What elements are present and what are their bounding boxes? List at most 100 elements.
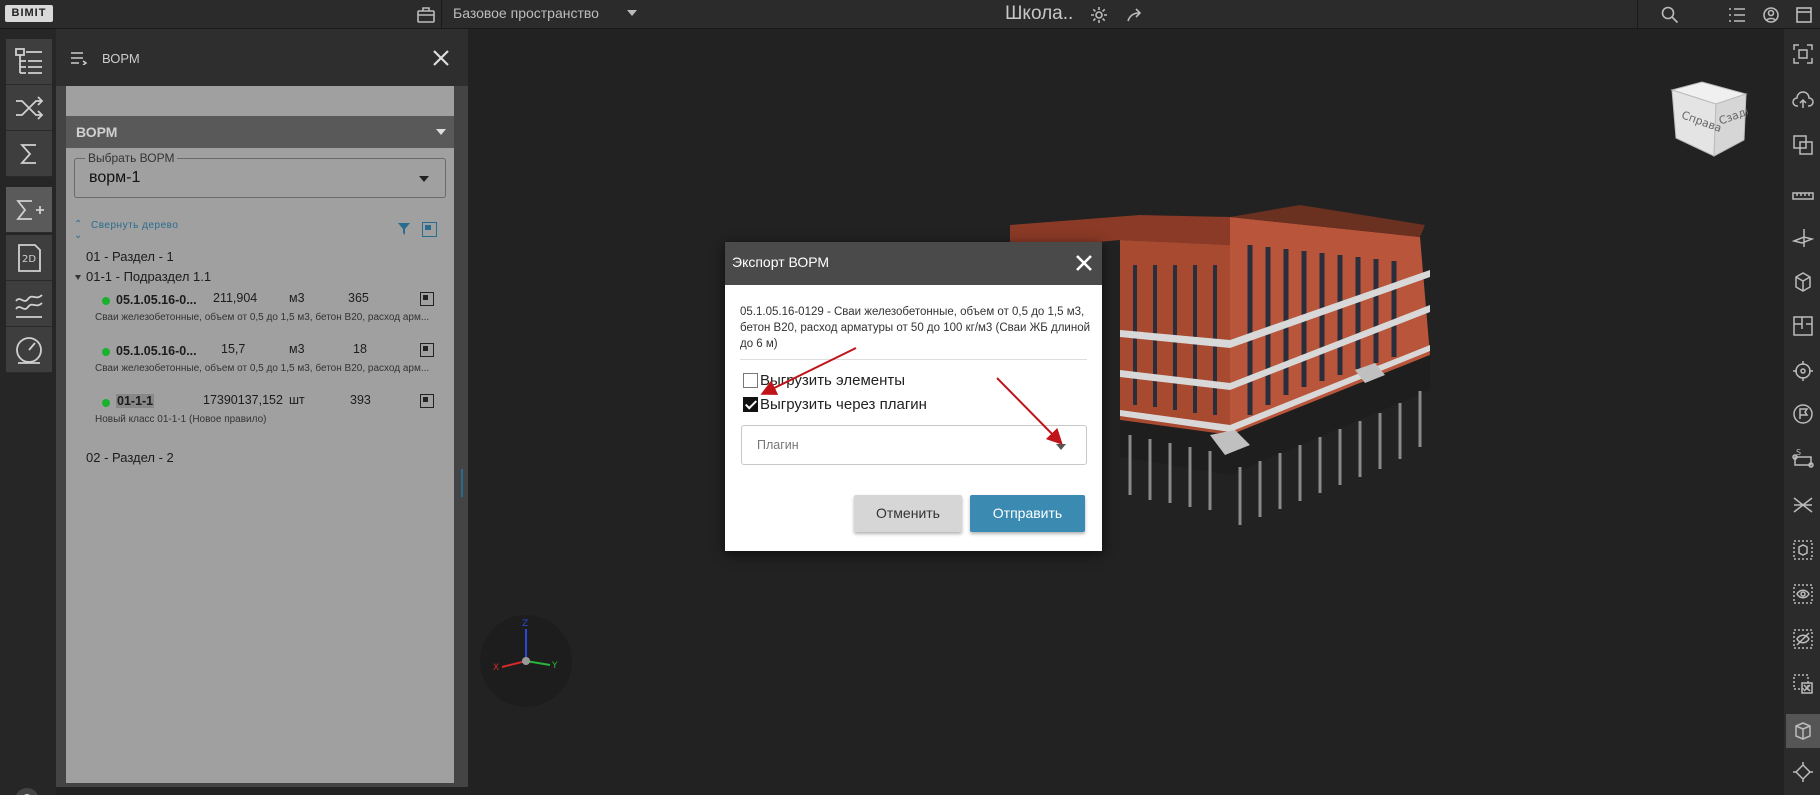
chart-lines-icon[interactable] (6, 281, 52, 327)
chevron-down-icon[interactable] (1056, 444, 1066, 450)
sum-icon[interactable] (6, 131, 52, 177)
window-icon[interactable] (1793, 4, 1815, 26)
close-icon[interactable] (430, 47, 452, 69)
export-vorm-dialog: Экспорт ВОРМ 05.1.05.16-0129 - Сваи желе… (725, 242, 1102, 551)
select-value: ворм-1 (89, 169, 141, 186)
collapse-icon[interactable]: ⌃ ⌄ (74, 219, 82, 241)
orbit-icon[interactable] (1790, 759, 1816, 785)
focus-icon[interactable] (1790, 41, 1816, 67)
tree-subsection-1[interactable]: 01-1 - Подраздел 1.1 (86, 269, 211, 284)
row-select-icon[interactable] (420, 343, 434, 357)
view-3d-icon[interactable] (1786, 714, 1820, 748)
frame-select-icon[interactable] (422, 222, 437, 237)
dialog-description: 05.1.05.16-0129 - Сваи железобетонные, о… (740, 306, 1091, 350)
left-toolbar: 2D ? (0, 29, 56, 795)
transform-icon[interactable]: S (1790, 444, 1816, 470)
select-label: Выбрать ВОРМ (85, 151, 178, 165)
row-select-icon[interactable] (420, 394, 434, 408)
section-header[interactable]: ВОРМ (66, 116, 454, 148)
menu-icon[interactable] (71, 51, 87, 65)
row-count: 18 (353, 342, 367, 356)
row-count: 365 (348, 291, 369, 305)
export-plugin-checkbox[interactable] (743, 396, 758, 412)
status-dot (102, 297, 110, 305)
row-unit: шт (289, 393, 305, 407)
search-icon[interactable] (1659, 4, 1681, 26)
show-eye-icon[interactable] (1790, 581, 1816, 607)
clear-selection-icon[interactable] (1790, 671, 1816, 697)
flag-icon[interactable] (1790, 401, 1816, 427)
project-title: Школа.. (1005, 3, 1074, 24)
clash-icon[interactable] (1790, 492, 1816, 518)
row-code[interactable]: 05.1.05.16-0... (116, 293, 197, 307)
sum-plus-icon[interactable] (6, 187, 52, 233)
cube-section-icon[interactable] (1790, 269, 1816, 295)
axis-gizmo: Z Y X (480, 615, 572, 707)
row-description: Сваи железобетонные, объем от 0,5 до 1,5… (95, 363, 430, 374)
target-icon[interactable] (1790, 358, 1816, 384)
chevron-down-icon[interactable] (627, 10, 637, 16)
isolate-box-icon[interactable] (1790, 537, 1816, 563)
plugin-placeholder: Плагин (757, 438, 799, 452)
row-description: Сваи железобетонные, объем от 0,5 до 1,5… (95, 312, 430, 323)
panel-header: ВОРМ (56, 29, 468, 86)
tree-section-1[interactable]: 01 - Раздел - 1 (86, 249, 174, 264)
row-code[interactable]: 01-1-1 (116, 394, 155, 408)
cancel-button[interactable]: Отменить (854, 495, 962, 532)
svg-text:2D: 2D (22, 254, 36, 265)
panel-title: ВОРМ (102, 51, 140, 66)
divider (441, 0, 442, 29)
export-elements-option[interactable]: Выгрузить элементы (743, 371, 905, 389)
help-button[interactable]: ? (15, 788, 39, 795)
filter-icon[interactable] (397, 222, 411, 236)
vorm-panel: ВОРМ ВОРМ Выбрать ВОРМ ворм-1 ⌃ ⌄ Свернут… (56, 29, 468, 787)
row-code-wrapper[interactable]: 01-1-1 (116, 394, 155, 408)
row-value: 17390137,152 (203, 393, 283, 407)
row-count: 393 (350, 393, 371, 407)
sync-user-icon[interactable] (1760, 4, 1782, 26)
panel-body: ВОРМ Выбрать ВОРМ ворм-1 ⌃ ⌄ Свернуть дер… (66, 86, 454, 783)
drawing-2d-icon[interactable]: 2D (6, 235, 52, 281)
section-label: ВОРМ (76, 124, 118, 140)
row-select-icon[interactable] (420, 292, 434, 306)
app-logo: BIMIT (5, 5, 53, 22)
chevron-down-icon[interactable] (436, 129, 446, 135)
row-unit: м3 (289, 291, 305, 305)
export-elements-label[interactable]: Выгрузить элементы (760, 372, 905, 389)
axis-x-label: X (493, 663, 499, 673)
ruler-icon[interactable] (1790, 183, 1816, 209)
svg-text:S: S (1796, 448, 1801, 457)
panel-resize-handle[interactable] (461, 469, 463, 497)
floor-plan-icon[interactable] (1790, 313, 1816, 339)
chevron-down-icon[interactable] (419, 176, 429, 182)
axis-z-label: Z (522, 619, 528, 629)
plugin-select[interactable]: Плагин (741, 425, 1087, 465)
share-icon[interactable] (1124, 4, 1146, 26)
divider (740, 359, 1087, 360)
tree-section-2[interactable]: 02 - Раздел - 2 (86, 450, 174, 465)
hide-eye-icon[interactable] (1790, 626, 1816, 652)
row-unit: м3 (289, 342, 305, 356)
cloud-upload-icon[interactable] (1790, 87, 1816, 113)
shuffle-icon[interactable] (6, 85, 52, 131)
gauge-icon[interactable] (6, 327, 52, 373)
expand-caret-icon[interactable] (75, 275, 81, 280)
send-button[interactable]: Отправить (970, 495, 1085, 532)
section-plane-icon[interactable] (1790, 225, 1816, 251)
collapse-tree-link[interactable]: Свернуть дерево (91, 220, 178, 231)
dialog-title: Экспорт ВОРМ (732, 254, 830, 270)
row-code[interactable]: 05.1.05.16-0... (116, 344, 197, 358)
section-box-icon[interactable] (1790, 132, 1816, 158)
vorm-select[interactable]: Выбрать ВОРМ ворм-1 (74, 151, 446, 198)
row-description: Новый класс 01-1-1 (Новое правило) (95, 414, 267, 425)
tree-structure-icon[interactable] (6, 39, 52, 85)
close-icon[interactable] (1075, 254, 1093, 272)
space-selector[interactable]: Базовое пространство (453, 0, 599, 29)
list-icon[interactable] (1726, 4, 1748, 26)
export-plugin-label[interactable]: Выгрузить через плагин (760, 396, 927, 413)
export-plugin-option[interactable]: Выгрузить через плагин (743, 395, 927, 413)
navigation-cube[interactable]: Справа Сзади (1668, 80, 1748, 158)
export-elements-checkbox[interactable] (743, 372, 758, 388)
briefcase-icon[interactable] (415, 4, 437, 26)
gear-icon[interactable] (1088, 4, 1110, 26)
